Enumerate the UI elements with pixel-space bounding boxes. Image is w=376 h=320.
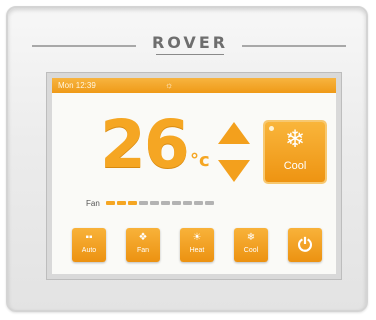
fan-speed-bar [183,201,192,205]
mode-indicator-button[interactable]: ❄ Cool [265,122,325,182]
status-bar: Mon 12:39 ☼ [52,78,336,93]
fan-speed-bar [128,201,137,205]
fan-speed-bar [194,201,203,205]
grid-icon: ▪▪ [85,232,93,243]
fan-speed-bar [172,201,181,205]
cool-mode-button[interactable]: ❄ Cool [234,228,268,262]
auto-mode-button[interactable]: ▪▪ Auto [72,228,106,262]
heat-mode-label: Heat [189,247,205,254]
fan-speed-bar [139,201,148,205]
sun-icon: ☼ [165,80,174,90]
fan-speed-label: Fan [86,199,100,208]
brand-underline [156,54,224,55]
fan-speed-bar [161,201,170,205]
fan-speed-bar [150,201,159,205]
fan-speed-bar [117,201,126,205]
temp-up-arrow-icon[interactable] [218,122,250,144]
temperature-value: 26 [100,106,190,183]
cool-mode-label: Cool [243,247,259,254]
power-icon: ⏻ [297,235,313,255]
heat-icon: ☀ [192,232,202,243]
fan-speed-bar [106,201,115,205]
fan-speed-bar [205,201,214,205]
heat-mode-button[interactable]: ☀ Heat [180,228,214,262]
power-button[interactable]: ⏻ [288,228,322,262]
fan-mode-button[interactable]: ❖ Fan [126,228,160,262]
snowflake-icon: ❄ [284,126,306,153]
mode-indicator-label: Cool [283,160,307,172]
fan-mode-label: Fan [136,247,150,254]
auto-mode-label: Auto [81,247,97,254]
snowflake-icon: ❄ [246,232,256,243]
temperature-unit: °c [190,150,210,171]
brand-divider-right [242,45,346,47]
fan-icon: ❖ [138,232,148,243]
temp-down-arrow-icon[interactable] [218,160,250,182]
brand-logo: ROVER [151,33,229,52]
display-screen: Mon 12:39 ☼ 26 °c ❄ Cool Fan ▪▪ Auto ❖ F… [52,78,336,274]
status-time: Mon 12:39 [58,81,96,90]
brand-divider-left [32,45,136,47]
